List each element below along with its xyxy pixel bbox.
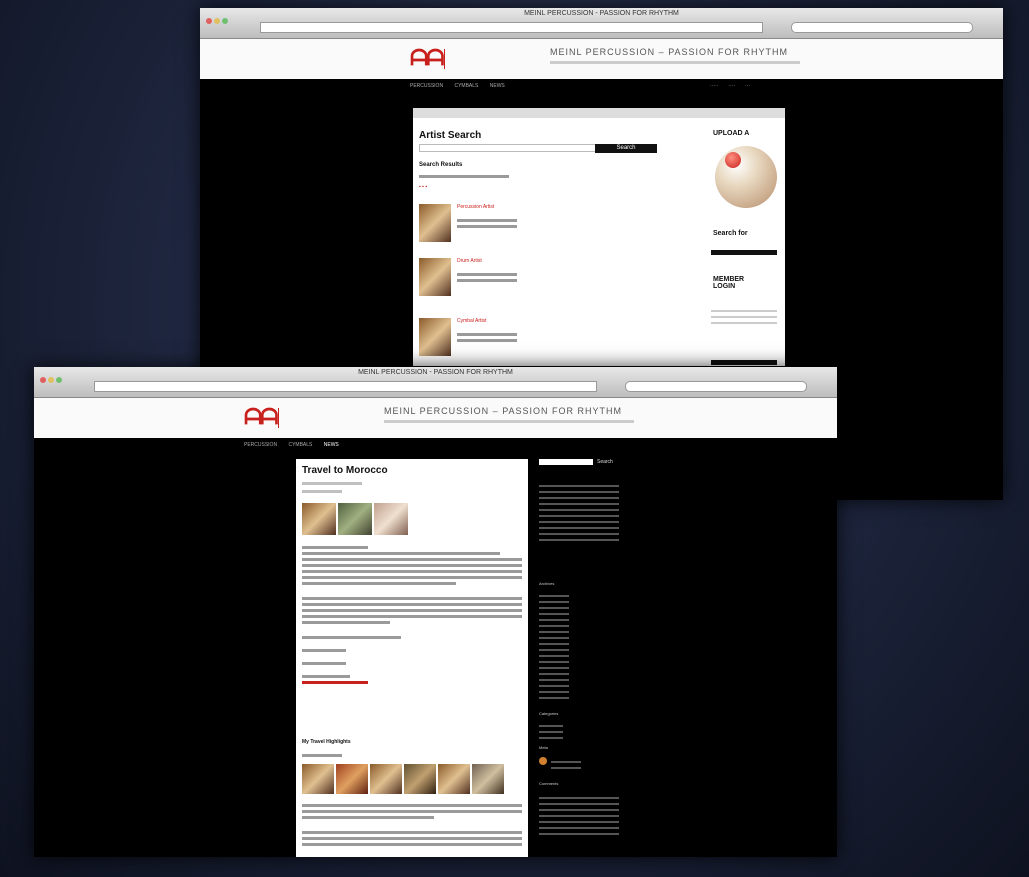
site-title: MEINL PERCUSSION – PASSION FOR RHYTHM: [550, 47, 789, 57]
nav-item[interactable]: PERCUSSION: [244, 442, 277, 448]
site-header: ᗩᗩ MEINL PERCUSSION – PASSION FOR RHYTHM: [34, 398, 837, 438]
search-button[interactable]: Search: [595, 144, 657, 153]
sidebar-heading: Meta: [539, 745, 548, 750]
upload-heading: UPLOAD A: [713, 130, 750, 137]
nav-item[interactable]: CYMBALS: [288, 442, 312, 448]
site-header: ᗩᗩ MEINL PERCUSSION – PASSION FOR RHYTHM: [200, 39, 1003, 79]
drum-head-image: [715, 146, 777, 208]
gallery-image[interactable]: [302, 764, 334, 794]
site-tagline: [384, 420, 634, 423]
gallery-image[interactable]: [336, 764, 368, 794]
logo-divider: [278, 408, 279, 428]
gallery-image[interactable]: [472, 764, 504, 794]
meinl-logo[interactable]: ᗩᗩ: [244, 404, 279, 430]
login-button[interactable]: [711, 360, 777, 365]
artist-photo[interactable]: [419, 258, 451, 296]
sidebar-heading: Comments: [539, 781, 559, 786]
front-browser-window: MEINL PERCUSSION - PASSION FOR RHYTHM ᗩᗩ…: [34, 367, 837, 857]
logo-divider: [444, 49, 445, 69]
sidebar-heading: Categories: [539, 711, 559, 716]
window-title: MEINL PERCUSSION - PASSION FOR RHYTHM: [524, 10, 679, 17]
main-nav: PERCUSSION CYMBALS NEWS: [410, 83, 515, 89]
nav-item[interactable]: PERCUSSION: [410, 83, 443, 89]
browser-toolbar: MEINL PERCUSSION - PASSION FOR RHYTHM: [200, 8, 1003, 39]
page-heading: Artist Search: [419, 130, 482, 141]
artist-name[interactable]: Percussion Artist: [457, 204, 494, 210]
main-nav: PERCUSSION CYMBALS NEWS: [244, 442, 349, 448]
search-heading: Search for: [713, 230, 748, 237]
sidebar-search-button[interactable]: Search: [597, 459, 613, 465]
artist-name[interactable]: Cymbal Artist: [457, 318, 486, 324]
artist-search-input[interactable]: [419, 144, 596, 152]
article-title: Travel to Morocco: [302, 465, 388, 476]
gallery-image[interactable]: [438, 764, 470, 794]
sidebar-search-button[interactable]: [711, 250, 777, 255]
artist-name[interactable]: Drum Artist: [457, 258, 482, 264]
blog-sidebar: Search Archives Categories Meta Comments: [539, 459, 625, 857]
nav-item[interactable]: NEWS: [324, 442, 339, 448]
article-image[interactable]: [338, 503, 372, 535]
gallery-image[interactable]: [370, 764, 402, 794]
artist-photo[interactable]: [419, 204, 451, 242]
results-heading: Search Results: [419, 162, 463, 168]
nav-item[interactable]: NEWS: [490, 83, 505, 89]
address-bar[interactable]: [260, 22, 763, 33]
address-bar[interactable]: [94, 381, 597, 392]
article-image[interactable]: [374, 503, 408, 535]
site-title: MEINL PERCUSSION – PASSION FOR RHYTHM: [384, 406, 623, 416]
gallery-image[interactable]: [404, 764, 436, 794]
site-tagline: [550, 61, 800, 64]
rss-icon[interactable]: [539, 757, 547, 765]
window-title: MEINL PERCUSSION - PASSION FOR RHYTHM: [358, 369, 513, 376]
filter-link[interactable]: ▪ ▪ ▪: [419, 184, 427, 190]
utility-links[interactable]: ····· ···· ···: [710, 83, 760, 89]
mallet-icon: [725, 152, 741, 168]
content-panel: Artist Search Search Search Results ▪ ▪ …: [413, 108, 785, 366]
browser-toolbar: MEINL PERCUSSION - PASSION FOR RHYTHM: [34, 367, 837, 398]
artist-photo[interactable]: [419, 318, 451, 356]
article-subheading: My Travel Highlights: [302, 739, 351, 745]
browser-search-field[interactable]: [791, 22, 973, 33]
sidebar-search-input[interactable]: [539, 459, 593, 465]
article-panel: Travel to Morocco My Travel Highlights: [296, 459, 528, 857]
sidebar-heading: Archives: [539, 581, 555, 586]
breadcrumb: [413, 108, 785, 118]
browser-search-field[interactable]: [625, 381, 807, 392]
meinl-logo[interactable]: ᗩᗩ: [410, 45, 445, 71]
article-image[interactable]: [302, 503, 336, 535]
login-heading: MEMBER LOGIN: [713, 276, 745, 290]
nav-item[interactable]: CYMBALS: [454, 83, 478, 89]
